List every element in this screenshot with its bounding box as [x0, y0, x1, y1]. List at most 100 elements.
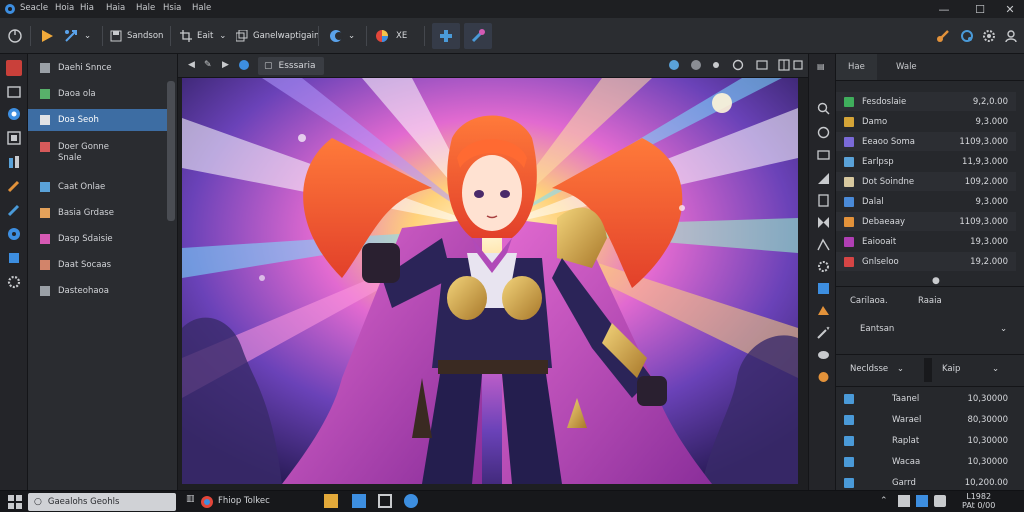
tray-volume-icon[interactable] — [934, 495, 946, 507]
view-record-icon[interactable] — [710, 59, 722, 71]
color-dropdown-chevron-icon[interactable]: ⌄ — [348, 23, 355, 49]
layer-row[interactable]: Gnlseloo 19,2.000 — [836, 252, 1016, 271]
preset-item[interactable]: Dasteohaoa — [28, 280, 167, 302]
view-frame-icon[interactable] — [756, 59, 768, 71]
window-app-icon[interactable] — [378, 494, 392, 508]
artwork-canvas[interactable] — [182, 78, 798, 484]
frame-tool-icon[interactable] — [6, 130, 22, 146]
canvas-document-tab[interactable]: ▢ Esssaria — [258, 57, 324, 75]
menu-item-1[interactable]: Seacle — [20, 3, 48, 13]
props-tab-2[interactable]: Raaia — [918, 296, 942, 306]
close-button[interactable]: ✕ — [994, 0, 1024, 18]
menu-item-5[interactable]: Hale — [136, 3, 155, 13]
account-icon[interactable] — [1002, 23, 1020, 49]
globe-tool-icon[interactable] — [6, 226, 22, 242]
taskbar-search-box[interactable]: ○ Gaealohs Geohls — [28, 493, 176, 511]
comment-icon[interactable] — [817, 150, 830, 163]
puzzle-tool-icon[interactable] — [432, 23, 460, 49]
color-picker-icon[interactable] — [326, 23, 348, 49]
wand-icon[interactable] — [817, 326, 830, 339]
image-layer-icon[interactable] — [817, 282, 830, 295]
layer-row[interactable]: Damo 9,3.000 — [836, 112, 1016, 131]
tray-chevron-icon[interactable]: ⌃ — [880, 496, 888, 506]
view-fullscreen-icon[interactable] — [792, 59, 804, 71]
preset-item[interactable]: Daehi Snnce — [28, 57, 167, 79]
file-explorer-icon[interactable] — [324, 494, 338, 508]
preset-item[interactable]: Daoa ola — [28, 83, 167, 105]
brush-tool-icon[interactable] — [6, 60, 22, 76]
layer-row[interactable]: Dalal 9,3.000 — [836, 192, 1016, 211]
edit-button[interactable]: Eait ⌄ — [180, 23, 226, 49]
sandbox-button[interactable]: Sandson — [110, 23, 163, 49]
props-tab-1[interactable]: Carilaoa. — [850, 296, 888, 306]
property-row[interactable]: Wacaa 10,30000 — [836, 452, 1016, 471]
gear-tool-icon[interactable] — [6, 274, 22, 290]
view-dark-icon[interactable] — [690, 59, 702, 71]
curve-icon[interactable] — [817, 238, 830, 251]
tab-layers[interactable]: Hae — [836, 54, 877, 80]
menu-item-4[interactable]: Haia — [106, 3, 125, 13]
tab-channels[interactable]: Wale — [884, 54, 929, 80]
square-tool-icon[interactable] — [6, 250, 22, 266]
gear-small-icon[interactable] — [817, 260, 830, 273]
brush-settings-icon[interactable] — [934, 23, 952, 49]
settings-gear-icon[interactable] — [980, 23, 998, 49]
menu-item-7[interactable]: Hale — [192, 3, 211, 13]
property-row[interactable]: Raplat 10,30000 — [836, 431, 1016, 450]
preset-item[interactable]: Basia Grdase — [28, 202, 167, 224]
browser-app-icon[interactable] — [200, 495, 214, 509]
menu-item-3[interactable]: Hia — [80, 3, 94, 13]
key-chevron-icon[interactable]: ⌄ — [992, 364, 999, 374]
view-circle-icon[interactable] — [732, 59, 744, 71]
back-arrow-icon[interactable]: ◀ — [188, 60, 195, 70]
brush-small-icon[interactable]: ✎ — [204, 60, 212, 70]
layer-row[interactable]: Earlpsp 11,9,3.000 — [836, 152, 1016, 171]
plugin-tool-icon[interactable] — [464, 23, 492, 49]
layer-row[interactable]: Debaeaay 1109,3.000 — [836, 212, 1016, 231]
preset-item[interactable]: Doer Gonne Snale — [28, 138, 167, 166]
preset-item[interactable]: Dasp Sdaisie — [28, 228, 167, 250]
shield-tool-icon[interactable] — [6, 106, 22, 122]
layer-row[interactable]: Eaiooait 19,3.000 — [836, 232, 1016, 251]
pencil-tool-icon[interactable] — [6, 178, 22, 194]
maximize-button[interactable]: ☐ — [964, 0, 996, 18]
property-row[interactable]: Warael 80,30000 — [836, 410, 1016, 429]
task-view-icon[interactable]: ▥ — [186, 494, 195, 504]
preset-item[interactable]: Doa Seoh — [28, 109, 167, 131]
menu-item-2[interactable]: Hoia — [55, 3, 74, 13]
tray-network-icon[interactable] — [898, 495, 910, 507]
share-icon[interactable] — [958, 23, 976, 49]
blend-mode-select[interactable]: Necldsse ⌄ — [850, 364, 904, 374]
preset-item[interactable]: Caat Onlae — [28, 176, 167, 198]
play-tool-icon[interactable] — [36, 23, 58, 49]
layers-tool-icon[interactable] — [6, 84, 22, 100]
next-arrow-icon[interactable]: ▶ — [222, 60, 229, 70]
property-row[interactable]: Taanel 10,30000 — [836, 389, 1016, 408]
bowtie-icon[interactable] — [817, 216, 830, 229]
layer-row[interactable]: Dot Soindne 109,2.000 — [836, 172, 1016, 191]
start-windows-icon[interactable] — [8, 495, 22, 509]
cloud-icon[interactable] — [817, 348, 830, 361]
transform-tool-icon[interactable] — [60, 23, 82, 49]
history-icon[interactable]: ▤ — [817, 62, 830, 75]
bookmark-icon[interactable] — [817, 194, 830, 207]
view-split-icon[interactable] — [778, 59, 790, 71]
tray-clock[interactable]: L1982 PAt 0/00 — [962, 492, 995, 510]
info-circle-icon[interactable] — [238, 59, 250, 71]
mail-app-icon[interactable] — [404, 494, 418, 508]
tray-cloud-icon[interactable] — [916, 495, 928, 507]
triangle-icon[interactable] — [817, 172, 830, 185]
mode-chevron-icon[interactable]: ⌄ — [1000, 324, 1007, 334]
layer-row[interactable]: Fesdoslaie 9,2,0.00 — [836, 92, 1016, 111]
building-tool-icon[interactable] — [6, 154, 22, 170]
layer-row[interactable]: Eeaoo Soma 1109,3.000 — [836, 132, 1016, 151]
panel-more-icon[interactable]: ● — [932, 276, 940, 286]
fire-icon[interactable] — [817, 304, 830, 317]
clock-icon[interactable] — [817, 126, 830, 139]
store-app-icon[interactable] — [352, 494, 366, 508]
search-icon[interactable] — [817, 102, 830, 115]
view-globe-icon[interactable] — [668, 59, 680, 71]
minimize-button[interactable]: — — [928, 0, 960, 18]
preset-item[interactable]: Daat Socaas — [28, 254, 167, 276]
panel-scrollbar[interactable] — [167, 81, 175, 221]
